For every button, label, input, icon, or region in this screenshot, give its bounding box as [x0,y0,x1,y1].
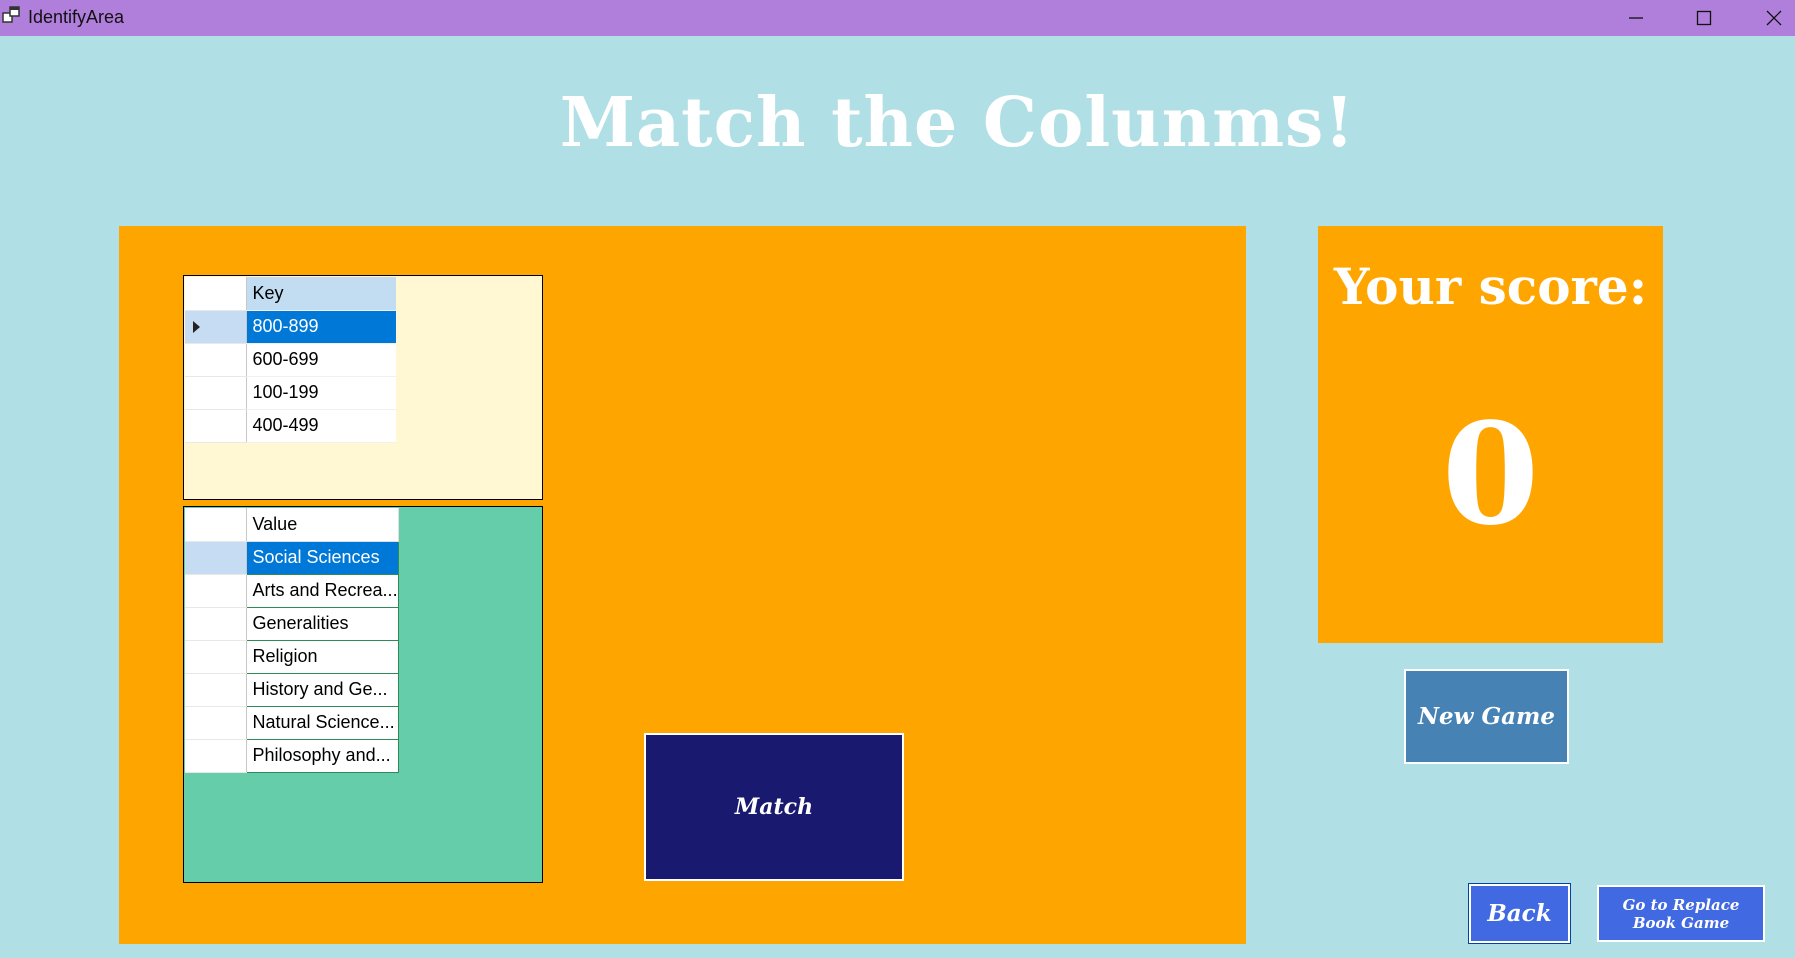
key-grid[interactable]: Key 800-899 600-699 100-199 400-499 [183,275,543,500]
key-row-header[interactable] [185,409,247,443]
value-row[interactable]: Arts and Recrea... [185,574,399,608]
score-value: 0 [1441,393,1540,557]
key-cell[interactable]: 600-699 [246,343,396,377]
value-grid-corner[interactable] [185,508,247,542]
match-button[interactable]: Match [644,733,904,881]
key-row[interactable]: 400-499 [185,409,396,443]
value-row[interactable]: Social Sciences [185,541,399,575]
value-row-header[interactable] [185,673,247,707]
value-cell[interactable]: Arts and Recrea... [246,574,399,608]
value-row[interactable]: Religion [185,640,399,674]
minimize-icon [1629,17,1643,19]
key-column-header[interactable]: Key [246,277,396,311]
value-grid[interactable]: Value Social Sciences Arts and Recrea...… [183,506,543,883]
key-row-header[interactable] [185,310,247,344]
value-grid-header-row: Value [185,508,399,542]
key-grid-corner[interactable] [185,277,247,311]
value-cell[interactable]: Natural Science... [246,706,399,740]
maximize-icon [1696,10,1712,26]
value-row-header[interactable] [185,706,247,740]
maximize-button[interactable] [1674,0,1734,36]
key-row-header[interactable] [185,376,247,410]
window-title: IdentifyArea [28,7,125,27]
value-cell[interactable]: Generalities [246,607,399,641]
replace-book-game-button[interactable]: Go to Replace Book Game [1597,885,1765,942]
minimize-button[interactable] [1606,0,1666,36]
key-cell[interactable]: 400-499 [246,409,396,443]
app-window-icon [2,5,24,27]
back-button[interactable]: Back [1468,883,1571,944]
new-game-button[interactable]: New Game [1404,669,1569,764]
key-row[interactable]: 100-199 [185,376,396,410]
value-cell[interactable]: Philosophy and... [246,739,399,773]
value-row-header[interactable] [185,574,247,608]
key-row-header[interactable] [185,343,247,377]
key-row[interactable]: 600-699 [185,343,396,377]
key-cell[interactable]: 100-199 [246,376,396,410]
score-label: Your score: [1333,257,1648,316]
value-cell[interactable]: History and Ge... [246,673,399,707]
value-row-header[interactable] [185,541,247,575]
value-row-header[interactable] [185,739,247,773]
value-row[interactable]: Natural Science... [185,706,399,740]
value-row-header[interactable] [185,640,247,674]
window-titlebar[interactable] [0,0,1795,36]
close-icon [1766,10,1782,26]
value-row[interactable]: History and Ge... [185,673,399,707]
close-button[interactable] [1744,0,1795,36]
value-column-header[interactable]: Value [246,508,399,542]
key-grid-header-row: Key [185,277,396,311]
current-row-arrow-icon [193,320,200,333]
value-row-header[interactable] [185,607,247,641]
value-row[interactable]: Generalities [185,607,399,641]
key-row[interactable]: 800-899 [185,310,396,344]
key-cell[interactable]: 800-899 [246,310,396,344]
page-title: Match the Colunms! [559,83,1356,163]
value-cell[interactable]: Religion [246,640,399,674]
value-row[interactable]: Philosophy and... [185,739,399,773]
value-cell[interactable]: Social Sciences [246,541,399,575]
